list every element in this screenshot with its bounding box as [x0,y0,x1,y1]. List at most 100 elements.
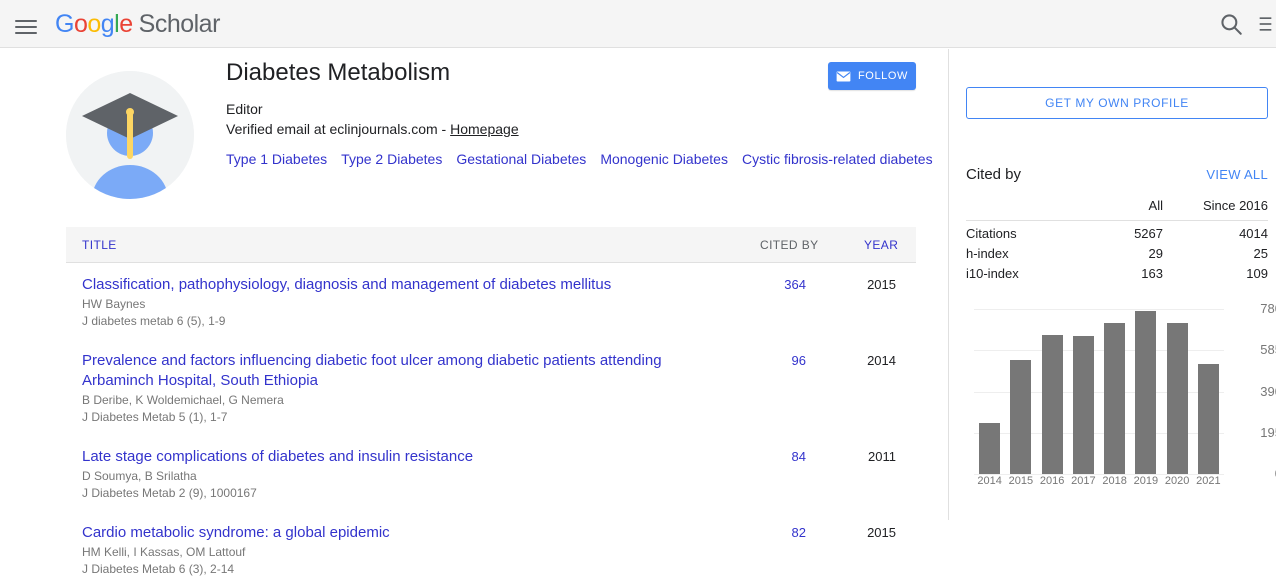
publication-title-link[interactable]: Prevalence and factors influencing diabe… [82,351,722,391]
chart-y-axis-labels: 0195390585780 [1234,303,1276,493]
publication-year: 2015 [856,525,896,540]
column-header-cited-by: CITED BY [760,238,819,252]
chart-bar-2014[interactable] [979,423,1000,474]
view-all-link[interactable]: VIEW ALL [1206,167,1268,182]
interest-link-type-2-diabetes[interactable]: Type 2 Diabetes [341,151,442,167]
homepage-link[interactable]: Homepage [450,121,519,137]
chart-bar-2018[interactable] [1104,323,1125,474]
top-bar: GoogleScholar [0,0,1276,48]
interest-link-cystic-fibrosis-related-diabetes[interactable]: Cystic fibrosis-related diabetes [742,151,933,167]
logo-letter-G: G [55,10,74,38]
publications-table: TITLE CITED BY YEAR Classification, path… [66,227,916,587]
metrics-header: All Since 2016 [966,198,1268,221]
metric-value-since: 109 [1163,261,1268,281]
publication-title-link[interactable]: Late stage complications of diabetes and… [82,447,722,467]
publication-authors: B Deribe, K Woldemichael, G Nemera [82,392,722,409]
publication-venue: J Diabetes Metab 2 (9), 1000167 [82,485,722,502]
search-icon[interactable] [1218,11,1244,37]
citations-per-year-chart: 20142015201620172018201920202021 0195390… [966,303,1276,493]
chart-gridline [974,309,1224,310]
publication-cited-by-link[interactable]: 82 [760,525,806,540]
chart-x-label: 2015 [1005,475,1037,487]
hamburger-line [15,26,37,28]
profile-email-line: Verified email at eclinjournals.com - Ho… [226,119,826,139]
interest-link-type-1-diabetes[interactable]: Type 1 Diabetes [226,151,327,167]
hamburger-menu-icon[interactable] [12,10,40,38]
page-content: Diabetes Metabolism Editor Verified emai… [0,49,1276,586]
publication-cited-by-link[interactable]: 364 [760,277,806,292]
metric-value-since: 25 [1163,241,1268,261]
chart-bar-2016[interactable] [1042,335,1063,474]
table-row: Prevalence and factors influencing diabe… [66,339,916,435]
publication-authors: D Soumya, B Srilatha [82,468,722,485]
main-column: Diabetes Metabolism Editor Verified emai… [66,49,916,587]
publication-venue: J diabetes metab 6 (5), 1-9 [82,313,722,330]
metrics-header-since: Since 2016 [1163,198,1268,221]
metric-label: i10-index [966,261,1068,281]
table-header-row: TITLE CITED BY YEAR [66,227,916,263]
logo-letter-e: e [119,10,132,38]
follow-button[interactable]: FOLLOW [828,62,916,90]
logo-letter-g: g [101,10,114,38]
chart-x-label: 2021 [1192,475,1224,487]
chart-y-label: 390 [1260,384,1276,399]
publication-year: 2015 [856,277,896,292]
table-row: Cardio metabolic syndrome: a global epid… [66,511,916,587]
hamburger-line [15,32,37,34]
chart-plot-area [974,309,1224,474]
chart-x-label: 2017 [1067,475,1099,487]
column-header-title[interactable]: TITLE [82,238,117,252]
chart-x-label: 2014 [974,475,1006,487]
get-my-own-profile-button[interactable]: GET MY OWN PROFILE [966,87,1268,119]
chart-bar-2017[interactable] [1073,336,1094,474]
metrics-header-all: All [1068,198,1163,221]
chart-bar-2015[interactable] [1010,360,1031,474]
chart-y-label: 195 [1260,425,1276,440]
sidebar: GET MY OWN PROFILE Cited by VIEW ALL All… [948,49,1276,520]
chart-bar-2021[interactable] [1198,364,1219,474]
profile-info: Diabetes Metabolism Editor Verified emai… [226,59,826,170]
publication-title-link[interactable]: Classification, pathophysiology, diagnos… [82,275,722,295]
cited-by-title: Cited by [966,166,1021,183]
metrics-body: Citations 5267 4014 h-index 29 25 i10-in… [966,221,1268,282]
publication-title-link[interactable]: Cardio metabolic syndrome: a global epid… [82,523,722,543]
publication-venue: J Diabetes Metab 6 (3), 2-14 [82,561,722,578]
chart-bar-2020[interactable] [1167,323,1188,474]
metric-label: Citations [966,221,1068,242]
chart-x-label: 2019 [1130,475,1162,487]
chart-y-label: 585 [1260,342,1276,357]
metrics-row-citations: Citations 5267 4014 [966,221,1268,242]
google-scholar-logo[interactable]: GoogleScholar [55,6,220,42]
metric-value-all: 29 [1068,241,1163,261]
profile-header: Diabetes Metabolism Editor Verified emai… [66,49,916,227]
table-row: Late stage complications of diabetes and… [66,435,916,511]
chart-bar-2019[interactable] [1135,311,1156,474]
interest-link-monogenic-diabetes[interactable]: Monogenic Diabetes [600,151,728,167]
table-row: Classification, pathophysiology, diagnos… [66,263,916,339]
publication-cited-by-link[interactable]: 84 [760,449,806,464]
publication-authors: HW Baynes [82,296,722,313]
chart-x-label: 2018 [1099,475,1131,487]
logo-word-scholar: Scholar [139,10,220,38]
metric-label: h-index [966,241,1068,261]
metrics-header-row: All Since 2016 [966,198,1268,221]
publication-cited-by-link[interactable]: 96 [760,353,806,368]
metrics-header-blank [966,198,1068,221]
metrics-row-i10-index: i10-index 163 109 [966,261,1268,281]
publication-venue: J Diabetes Metab 5 (1), 1-7 [82,409,722,426]
chart-x-label: 2016 [1036,475,1068,487]
chart-x-axis-labels: 20142015201620172018201920202021 [974,475,1224,491]
verified-email-text: Verified email at eclinjournals.com - [226,121,450,137]
profile-role: Editor [226,99,826,119]
cited-by-header: Cited by VIEW ALL [966,166,1268,192]
chart-x-label: 2020 [1161,475,1193,487]
interest-link-gestational-diabetes[interactable]: Gestational Diabetes [456,151,586,167]
avatar [66,71,194,199]
hamburger-line [15,20,37,22]
interests-list: Type 1 Diabetes Type 2 Diabetes Gestationa… [226,149,766,170]
column-header-year[interactable]: YEAR [864,238,898,252]
metric-value-all: 5267 [1068,221,1163,242]
overflow-menu-icon[interactable] [1258,12,1276,36]
logo-letter-o2: o [87,10,100,38]
chart-y-label: 780 [1260,301,1276,316]
